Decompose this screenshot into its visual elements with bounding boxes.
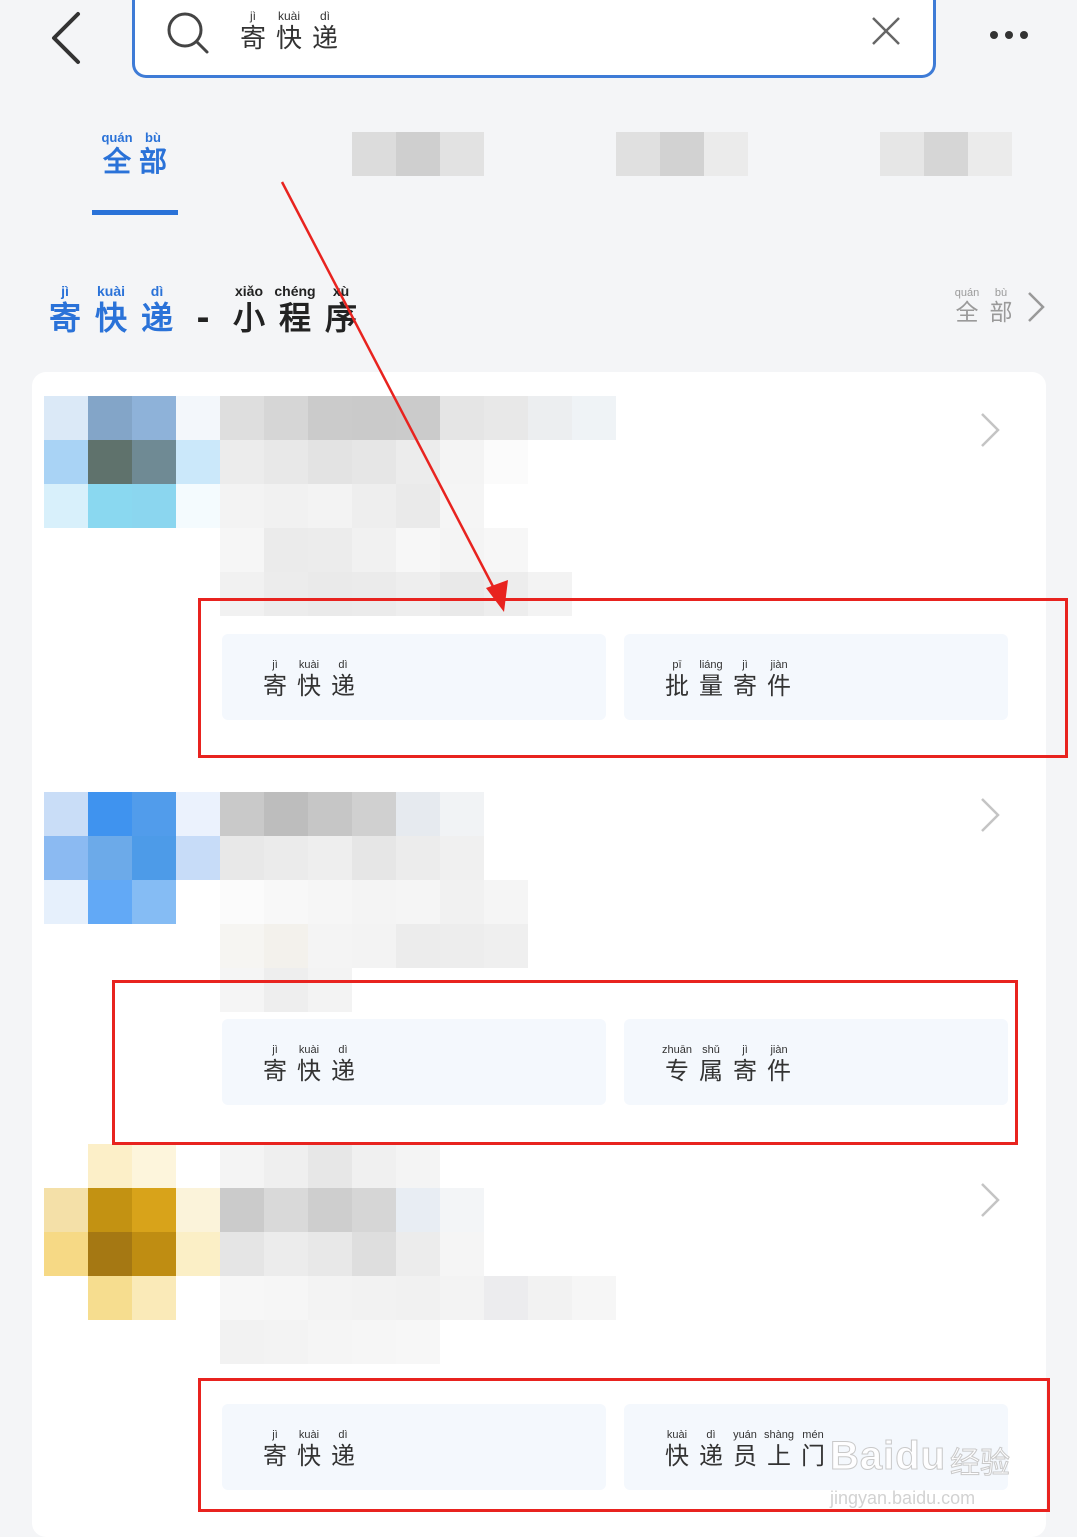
watermark-brand-cn: 经验 <box>950 1446 1011 1482</box>
watermark-url: jingyan.baidu.com <box>830 1488 976 1508</box>
annotation-arrow <box>280 181 508 612</box>
watermark-brand: Baidu <box>829 1434 947 1479</box>
watermark: Baidu 经验 jingyan.baidu.com <box>824 1418 1034 1514</box>
